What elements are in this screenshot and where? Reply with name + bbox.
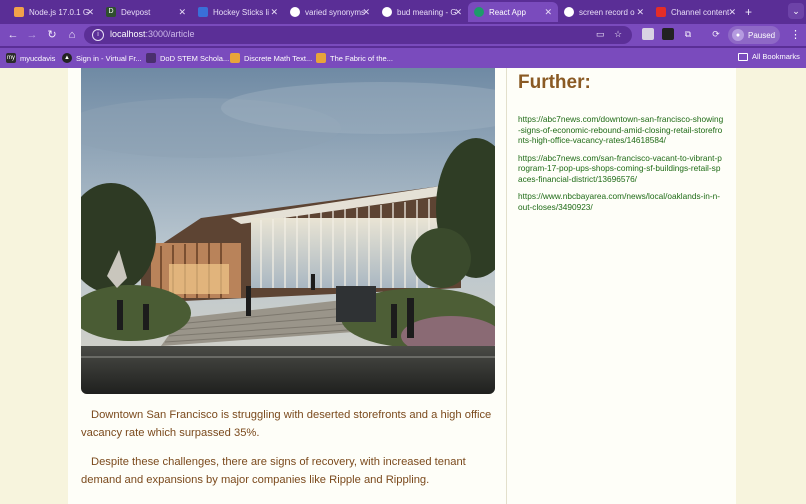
bookmark-dod-stem[interactable]: DoD STEM Schola...	[146, 52, 229, 64]
browser-chrome: Node.js 17.0.1 G ✕ D Devpost ✕ Hockey St…	[0, 0, 806, 68]
tab-strip: Node.js 17.0.1 G ✕ D Devpost ✕ Hockey St…	[0, 0, 806, 24]
article-hero-image	[81, 68, 495, 394]
tab-title: screen record o	[579, 7, 635, 17]
avatar: ●	[732, 29, 744, 41]
nodejs-favicon-icon	[14, 7, 24, 17]
bookmarks-bar: my myucdavis ▲ Sign in - Virtual Fr... D…	[0, 48, 806, 68]
further-links-list: https://abc7news.com/downtown-san-franci…	[518, 114, 724, 219]
close-tab-icon[interactable]: ✕	[544, 7, 552, 18]
back-icon[interactable]: ←	[6, 28, 20, 42]
bookmark-label: Sign in - Virtual Fr...	[76, 53, 142, 63]
further-heading: Further:	[518, 72, 591, 93]
tab-7[interactable]: Channel content ✕	[650, 2, 742, 22]
tab-title: varied synonyms	[305, 7, 366, 17]
folder-icon	[738, 52, 748, 61]
further-link[interactable]: https://abc7news.com/san-francisco-vacan…	[518, 153, 724, 185]
tab-5-active[interactable]: React App ✕	[468, 2, 558, 22]
devpost-favicon-icon: D	[106, 7, 116, 17]
kebab-menu-icon[interactable]: ⋮	[790, 28, 801, 41]
tab-1[interactable]: D Devpost ✕	[100, 2, 192, 22]
extensions-puzzle-icon[interactable]: ⧉	[682, 28, 694, 40]
cast-icon[interactable]: ▭	[596, 29, 605, 40]
close-tab-icon[interactable]: ✕	[636, 7, 644, 18]
article-paragraph: Downtown San Francisco is struggling wit…	[81, 409, 492, 439]
home-icon[interactable]: ⌂	[65, 28, 79, 42]
tab-title: bud meaning - G	[397, 7, 457, 17]
tab-title: React App	[489, 7, 526, 17]
sync-icon[interactable]: ⟳	[710, 28, 722, 40]
book-icon	[230, 53, 240, 63]
bookmark-label: DoD STEM Schola...	[160, 53, 230, 63]
tab-title: Node.js 17.0.1 G	[29, 7, 90, 17]
extension-icon[interactable]	[642, 28, 654, 40]
page-viewport: Downtown San Francisco is struggling wit…	[0, 68, 806, 504]
bookmark-label: The Fabric of the...	[330, 53, 393, 63]
bookmark-myucdavis[interactable]: my myucdavis	[6, 52, 55, 64]
tab-title: Devpost	[121, 7, 151, 17]
all-bookmarks-button[interactable]: All Bookmarks	[738, 52, 800, 61]
google-favicon-icon	[564, 7, 574, 17]
bookmark-discrete-math[interactable]: Discrete Math Text...	[230, 52, 312, 64]
extension-dark-icon[interactable]	[662, 28, 674, 40]
tab-4[interactable]: bud meaning - G ✕	[376, 2, 468, 22]
reload-icon[interactable]: ↻	[45, 28, 59, 42]
address-bar[interactable]: i localhost:3000/article ▭ ☆	[84, 26, 632, 44]
myucdavis-icon: my	[6, 53, 16, 63]
further-link[interactable]: https://abc7news.com/downtown-san-franci…	[518, 114, 724, 146]
site-info-icon[interactable]: i	[92, 29, 104, 41]
bookmark-sign-in[interactable]: ▲ Sign in - Virtual Fr...	[62, 52, 142, 64]
google-favicon-icon	[382, 7, 392, 17]
tab-search-chevron-icon[interactable]: ⌄	[788, 3, 804, 19]
close-tab-icon[interactable]: ✕	[454, 7, 462, 18]
bookmark-star-icon[interactable]: ☆	[614, 29, 622, 40]
close-tab-icon[interactable]: ✕	[86, 7, 94, 18]
url-text[interactable]: localhost:3000/article	[110, 29, 195, 39]
bookmark-fabric[interactable]: The Fabric of the...	[316, 52, 393, 64]
close-tab-icon[interactable]: ✕	[270, 7, 278, 18]
react-favicon-icon	[474, 7, 484, 17]
new-tab-icon[interactable]: +	[745, 5, 752, 19]
forward-icon[interactable]: →	[25, 28, 39, 42]
google-favicon-icon	[290, 7, 300, 17]
all-bookmarks-label: All Bookmarks	[752, 52, 800, 61]
toolbar: ← → ↻ ⌂ i localhost:3000/article ▭ ☆ ⧉ ⟳…	[0, 24, 806, 46]
tab-6[interactable]: screen record o ✕	[558, 2, 650, 22]
tab-3[interactable]: varied synonyms ✕	[284, 2, 376, 22]
triangle-logo-icon: ▲	[62, 53, 72, 63]
article-paragraph: Despite these challenges, there are sign…	[81, 456, 466, 486]
tab-title: Hockey Sticks li	[213, 7, 270, 17]
bookmark-label: Discrete Math Text...	[244, 53, 313, 63]
close-tab-icon[interactable]: ✕	[728, 7, 736, 18]
tab-0[interactable]: Node.js 17.0.1 G ✕	[8, 2, 100, 22]
close-tab-icon[interactable]: ✕	[178, 7, 186, 18]
youtube-favicon-icon	[656, 7, 666, 17]
dod-stem-icon	[146, 53, 156, 63]
profile-button[interactable]: ● Paused	[728, 26, 780, 44]
bookmark-label: myucdavis	[20, 53, 56, 63]
further-link[interactable]: https://www.nbcbayarea.com/news/local/oa…	[518, 191, 724, 212]
book-icon	[316, 53, 326, 63]
close-tab-icon[interactable]: ✕	[362, 7, 370, 18]
profile-label: Paused	[748, 30, 776, 40]
flag-favicon-icon	[198, 7, 208, 17]
tab-title: Channel content	[671, 7, 730, 17]
tab-2[interactable]: Hockey Sticks li ✕	[192, 2, 284, 22]
